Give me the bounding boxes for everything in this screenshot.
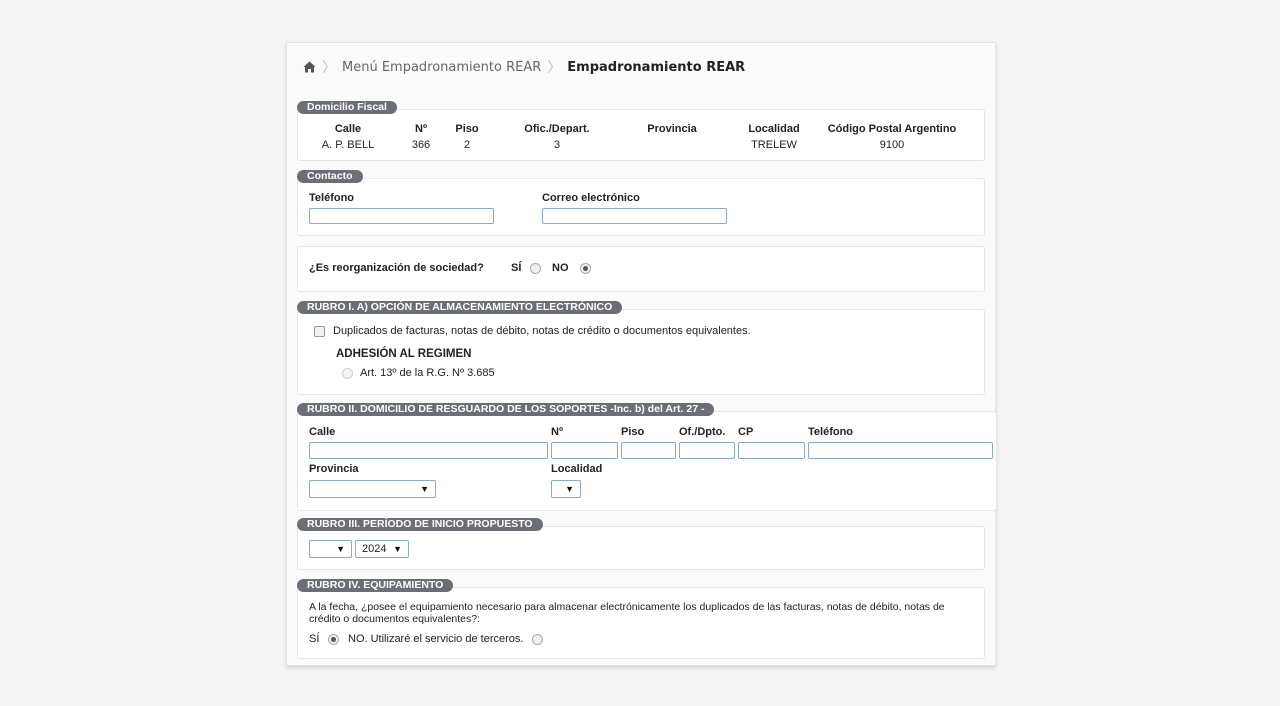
domicilio-fiscal-legend: Domicilio Fiscal: [297, 101, 397, 114]
value-piso: 2: [463, 139, 471, 151]
rubro2-localidad-select[interactable]: ▼: [551, 480, 581, 498]
value-calle: A. P. BELL: [321, 139, 375, 151]
rubro2-calle-input[interactable]: [309, 442, 548, 459]
rubro4-section: RUBRO IV. EQUIPAMIENTO A la fecha, ¿pose…: [297, 579, 985, 659]
rubro2-provincia-select[interactable]: ▼: [309, 480, 436, 498]
rubro4-no-label: NO. Utilizaré el servicio de terceros.: [348, 633, 524, 645]
rubro3-section: RUBRO III. PERÍODO DE INICIO PROPUESTO ▼…: [297, 518, 985, 570]
rubro3-legend: RUBRO III. PERÍODO DE INICIO PROPUESTO: [297, 518, 543, 531]
breadcrumb-link-menu[interactable]: Menú Empadronamiento REAR: [342, 60, 541, 75]
header-codigo-postal: Código Postal Argentino: [827, 123, 957, 135]
correo-input[interactable]: [542, 208, 727, 224]
chevron-down-icon: ▼: [393, 544, 402, 554]
value-localidad: TRELEW: [751, 139, 797, 151]
rubro2-localidad-label: Localidad: [551, 463, 603, 475]
rubro2-section: RUBRO II. DOMICILIO DE RESGUARDO DE LOS …: [297, 403, 996, 511]
chevron-down-icon: ▼: [565, 484, 574, 494]
correo-label: Correo electrónico: [542, 192, 640, 204]
rubro2-cp-label: CP: [738, 426, 754, 438]
rubro2-provincia-label: Provincia: [309, 463, 359, 475]
reorganizacion-si-radio[interactable]: [530, 263, 541, 274]
reorganizacion-section: ¿Es reorganización de sociedad? SÍ NO: [297, 246, 985, 292]
duplicados-label: Duplicados de facturas, notas de débito,…: [333, 325, 751, 337]
rubro2-calle-label: Calle: [309, 426, 336, 438]
rubro2-cp-input[interactable]: [738, 442, 805, 459]
breadcrumb: 〉 Menú Empadronamiento REAR 〉 Empadronam…: [303, 58, 745, 76]
header-localidad: Localidad: [748, 123, 800, 135]
chevron-down-icon: ▼: [420, 484, 429, 494]
rubro2-numero-input[interactable]: [551, 442, 618, 459]
adhesion-art13-label: Art. 13º de la R.G. Nº 3.685: [360, 367, 495, 379]
rubro1-section: RUBRO I. A) OPCIÓN DE ALMACENAMIENTO ELE…: [297, 301, 985, 395]
telefono-input[interactable]: [309, 208, 494, 224]
duplicados-checkbox[interactable]: [314, 326, 325, 337]
rubro2-telefono-label: Teléfono: [808, 426, 854, 438]
header-calle: Calle: [334, 123, 362, 135]
value-codigo-postal: 9100: [879, 139, 905, 151]
rubro1-legend: RUBRO I. A) OPCIÓN DE ALMACENAMIENTO ELE…: [297, 301, 623, 314]
value-ofic-depart: 3: [553, 139, 561, 151]
rubro2-numero-label: Nº: [551, 426, 563, 438]
rubro4-question-line2: crédito o documentos equivalentes?:: [309, 613, 481, 625]
header-numero: Nº: [415, 123, 427, 135]
reorganizacion-no-radio[interactable]: [580, 263, 591, 274]
rubro3-year-value: 2024: [362, 543, 387, 555]
form-card: 〉 Menú Empadronamiento REAR 〉 Empadronam…: [286, 42, 996, 666]
chevron-down-icon: ▼: [336, 544, 345, 554]
reorganizacion-question: ¿Es reorganización de sociedad?: [309, 262, 484, 274]
contacto-section: Contacto Teléfono Correo electrónico: [297, 170, 985, 236]
rubro4-question-line1: A la fecha, ¿posee el equipamiento neces…: [309, 601, 945, 613]
breadcrumb-current: Empadronamiento REAR: [567, 59, 746, 75]
reorganizacion-no-label: NO: [552, 262, 569, 274]
header-provincia: Provincia: [647, 123, 697, 135]
rubro2-ofdpto-label: Of./Dpto.: [679, 426, 726, 438]
rubro4-legend: RUBRO IV. EQUIPAMIENTO: [297, 579, 454, 592]
rubro4-si-radio[interactable]: [328, 634, 339, 645]
reorganizacion-si-label: SÍ: [511, 262, 522, 274]
header-ofic-depart: Ofic./Depart.: [524, 123, 590, 135]
domicilio-fiscal-section: Domicilio Fiscal Calle Nº Piso Ofic./Dep…: [297, 101, 985, 161]
rubro2-telefono-input[interactable]: [808, 442, 993, 459]
rubro2-legend: RUBRO II. DOMICILIO DE RESGUARDO DE LOS …: [297, 403, 715, 416]
rubro2-piso-label: Piso: [621, 426, 645, 438]
telefono-label: Teléfono: [309, 192, 355, 204]
rubro3-month-select[interactable]: ▼: [309, 540, 352, 558]
breadcrumb-separator: 〉: [547, 60, 562, 76]
rubro4-si-label: SÍ: [309, 633, 320, 645]
header-piso: Piso: [455, 123, 479, 135]
rubro3-year-select[interactable]: 2024 ▼: [355, 540, 409, 558]
value-numero: 366: [411, 139, 431, 151]
adhesion-art13-radio[interactable]: [342, 368, 353, 379]
home-icon[interactable]: [303, 61, 316, 73]
rubro4-no-radio[interactable]: [532, 634, 543, 645]
rubro2-piso-input[interactable]: [621, 442, 676, 459]
adhesion-title: ADHESIÓN AL REGIMEN: [336, 348, 472, 360]
rubro2-ofdpto-input[interactable]: [679, 442, 735, 459]
contacto-legend: Contacto: [297, 170, 363, 183]
breadcrumb-separator: 〉: [322, 60, 336, 76]
